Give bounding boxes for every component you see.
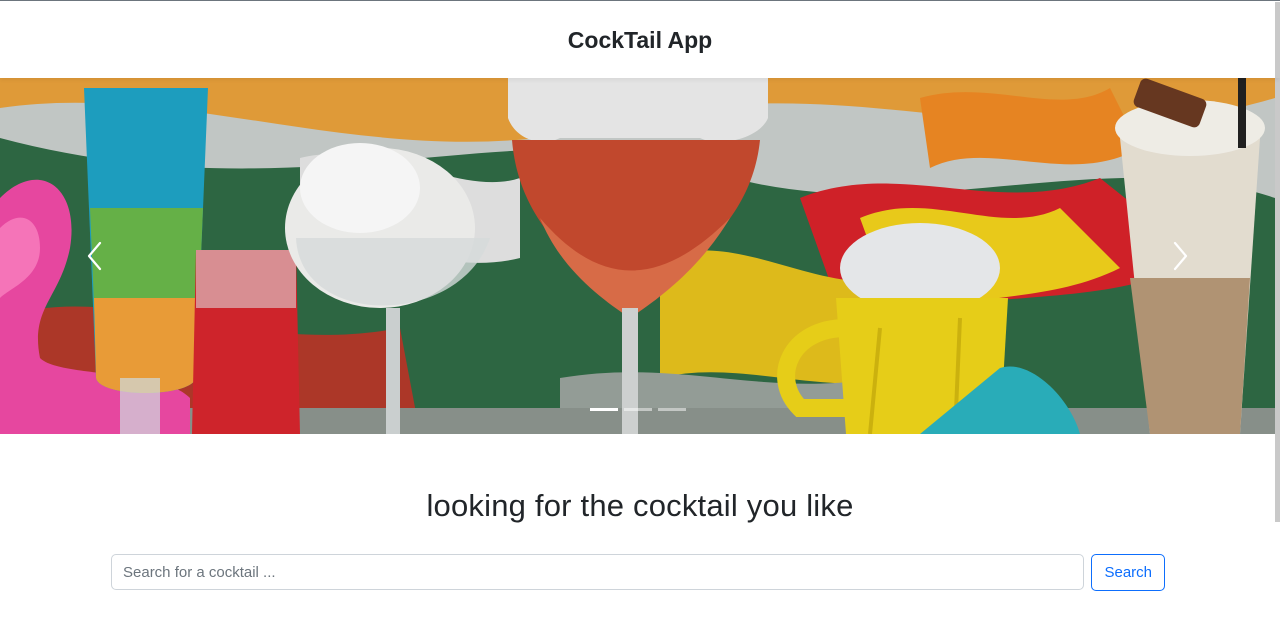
carousel-prev-button[interactable] [0, 78, 190, 434]
page: CockTail App looking for the cocktail yo… [0, 0, 1280, 620]
carousel-indicator-1[interactable] [589, 408, 618, 411]
search-input[interactable] [111, 554, 1085, 590]
search-form: Search [111, 554, 1165, 591]
scrollbar[interactable] [1275, 2, 1280, 522]
app-title: CockTail App [567, 27, 713, 53]
chevron-left-icon [87, 241, 102, 271]
page-headline: looking for the cocktail you like [426, 488, 854, 523]
carousel-indicator-2[interactable] [623, 408, 652, 411]
scrollbar-thumb[interactable] [1275, 2, 1280, 522]
hero-carousel [0, 78, 1275, 434]
chevron-right-icon [1173, 241, 1188, 271]
search-button[interactable]: Search [1091, 554, 1165, 591]
carousel-next-button[interactable] [1085, 78, 1275, 434]
cocktail-hero-image [0, 78, 1275, 434]
search-section: looking for the cocktail you like [0, 488, 1280, 524]
carousel-indicator-3[interactable] [657, 408, 686, 411]
app-header: CockTail App [0, 1, 1280, 78]
carousel-indicators [0, 408, 1275, 411]
